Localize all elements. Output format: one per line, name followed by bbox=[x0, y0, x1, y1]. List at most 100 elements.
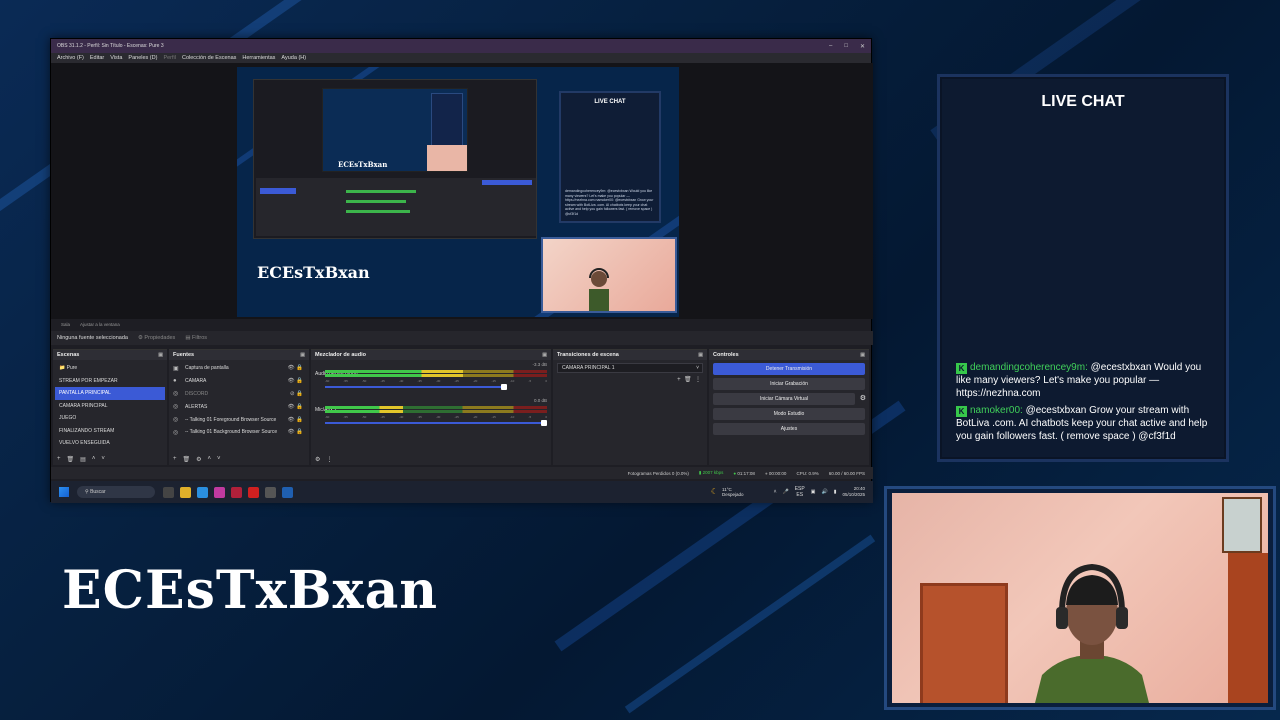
menu-herramientas[interactable]: Herramientas bbox=[242, 55, 275, 61]
file-explorer-icon[interactable] bbox=[180, 486, 191, 498]
edge-browser-icon[interactable] bbox=[197, 486, 208, 498]
scene-item[interactable]: 📁 Pure bbox=[55, 362, 165, 375]
subbar-fit[interactable]: Ajustar a la ventana bbox=[80, 322, 120, 327]
eye-lock-icon[interactable]: 👁 🔒 bbox=[288, 378, 303, 384]
source-item[interactable]: ● CAMARA 👁 🔒 bbox=[171, 375, 307, 388]
audio-meter-fill bbox=[325, 406, 403, 409]
mic-icon[interactable]: 🎤 bbox=[782, 489, 788, 495]
meter-scale: -60 -55 -50 -45 -40 -35 -30 -25 -20 -15 -10 -5 0 bbox=[325, 379, 547, 384]
dock-undock-icon[interactable]: ▣ bbox=[158, 352, 163, 358]
word-icon[interactable] bbox=[282, 486, 293, 498]
scene-item[interactable]: STREAM POR EMPEZAR bbox=[55, 375, 165, 388]
source-item[interactable]: ◎ DISCORD ⊘ 🔒 bbox=[171, 388, 307, 401]
menu-archivo[interactable]: Archivo (F) bbox=[57, 55, 84, 61]
scene-item[interactable]: FINALIZANDO STREAM bbox=[55, 425, 165, 438]
more-icon[interactable]: ⋮ bbox=[326, 456, 332, 463]
subbar-sala[interactable]: Sala bbox=[61, 322, 70, 327]
windows-start-icon[interactable] bbox=[59, 487, 69, 497]
eye-lock-icon[interactable]: 👁 🔒 bbox=[288, 404, 303, 410]
menu-ayuda[interactable]: Ayuda (H) bbox=[281, 55, 306, 61]
minimize-icon[interactable]: – bbox=[829, 43, 832, 50]
volume-knob[interactable] bbox=[541, 420, 547, 426]
trash-icon[interactable]: 🗑 bbox=[684, 377, 692, 383]
rec-time: ● 00:00:00 bbox=[765, 471, 787, 476]
eye-lock-icon[interactable]: 👁 🔒 bbox=[288, 417, 303, 423]
source-item[interactable]: ◎ -- Talking 01 Foreground Browser Source… bbox=[171, 413, 307, 426]
network-icon[interactable]: ▣ bbox=[811, 489, 816, 495]
meter-tick-label: -20 bbox=[473, 415, 478, 419]
studio-mode-button[interactable]: Modo Estudio bbox=[713, 408, 865, 420]
audio-meter bbox=[325, 374, 547, 377]
language-indicator[interactable]: ESP ES bbox=[795, 486, 805, 498]
obs-preview[interactable]: ECEsTxBxan LIVE CHAT demandingcoherencey… bbox=[237, 67, 679, 317]
meter-tick-label: -5 bbox=[528, 415, 532, 419]
monitor-icon: ▣ bbox=[173, 365, 179, 372]
properties-label: Propiedades bbox=[144, 335, 176, 341]
chevron-up-icon[interactable]: ˄ bbox=[774, 489, 777, 495]
obs-app-icon[interactable] bbox=[265, 486, 276, 498]
battery-icon[interactable]: ▮ bbox=[834, 489, 837, 495]
taskbar-clock[interactable]: 20:40 05/10/2025 bbox=[842, 486, 865, 498]
dock-undock-icon[interactable]: ▣ bbox=[860, 352, 865, 358]
gear-icon[interactable]: ⚙ bbox=[860, 393, 866, 405]
obs-statusbar: Fotogramas Perdidos 0 (0.0%) ▮ 2007 kbps… bbox=[51, 467, 873, 479]
stop-stream-button[interactable]: Detener Transmisión bbox=[713, 363, 865, 375]
source-item[interactable]: ◎ ALERTAS 👁 🔒 bbox=[171, 400, 307, 413]
menu-editar[interactable]: Editar bbox=[90, 55, 104, 61]
meter-tick-label: -10 bbox=[510, 415, 515, 419]
eye-hidden-lock-icon[interactable]: ⊘ 🔒 bbox=[290, 391, 303, 397]
maximize-icon[interactable]: □ bbox=[844, 43, 848, 50]
store-icon[interactable] bbox=[214, 486, 225, 498]
opera-icon[interactable] bbox=[231, 486, 242, 498]
start-virtual-camera-button[interactable]: Iniciar Cámara Virtual ⚙ bbox=[713, 393, 866, 405]
source-item[interactable]: ◎ -- Talking 01 Background Browser Source… bbox=[171, 426, 307, 439]
volume-slider[interactable] bbox=[325, 384, 507, 390]
meter-tick-label: -25 bbox=[454, 415, 459, 419]
dock-undock-icon[interactable]: ▣ bbox=[542, 352, 547, 358]
volume-icon[interactable]: 🔊 bbox=[821, 489, 827, 495]
menu-paneles[interactable]: Paneles (D) bbox=[128, 55, 157, 61]
volume-knob[interactable] bbox=[501, 384, 507, 390]
globe-icon: ◎ bbox=[173, 391, 179, 398]
transitions-title: Transiciones de escena bbox=[557, 352, 619, 358]
menu-perfil[interactable]: Perfil bbox=[163, 55, 176, 61]
add-icon[interactable]: + bbox=[677, 377, 681, 383]
close-icon[interactable]: ✕ bbox=[860, 43, 865, 50]
meter-tick-label: -60 bbox=[325, 415, 330, 419]
add-icon[interactable]: + bbox=[173, 456, 177, 463]
filter-icon[interactable]: ▤ bbox=[80, 456, 86, 463]
settings-button[interactable]: Ajustes bbox=[713, 423, 865, 435]
properties-button[interactable]: ⚙ Propiedades bbox=[138, 335, 175, 341]
start-recording-button[interactable]: Iniciar Grabación bbox=[713, 378, 865, 390]
gear-icon[interactable]: ⚙ bbox=[315, 456, 320, 463]
webcam-feed bbox=[892, 493, 1268, 703]
dock-undock-icon[interactable]: ▣ bbox=[698, 352, 703, 358]
more-icon[interactable]: ⋮ bbox=[695, 377, 701, 383]
acrobat-icon[interactable] bbox=[248, 486, 259, 498]
cpu-usage: CPU: 0.9% bbox=[796, 470, 819, 476]
taskbar-weather[interactable]: ☾ 11°C Despejado bbox=[711, 487, 744, 498]
arrow-down-icon[interactable]: ˅ bbox=[217, 456, 221, 463]
source-item[interactable]: ▣ Captura de pantalla 👁 🔒 bbox=[171, 362, 307, 375]
add-icon[interactable]: + bbox=[57, 456, 61, 463]
eye-lock-icon[interactable]: 👁 🔒 bbox=[288, 429, 303, 435]
volume-slider[interactable] bbox=[325, 420, 547, 426]
filters-button[interactable]: ▤ Filtros bbox=[185, 335, 207, 341]
arrow-down-icon[interactable]: ˅ bbox=[101, 456, 105, 463]
task-view-icon[interactable] bbox=[163, 486, 174, 498]
menu-coleccion[interactable]: Colección de Escenas bbox=[182, 55, 236, 61]
taskbar-search[interactable]: ⚲ Buscar bbox=[77, 486, 155, 498]
arrow-up-icon[interactable]: ˄ bbox=[92, 456, 96, 463]
eye-lock-icon[interactable]: 👁 🔒 bbox=[288, 365, 303, 371]
scene-item[interactable]: JUEGO bbox=[55, 412, 165, 425]
trash-icon[interactable]: 🗑 bbox=[183, 456, 191, 463]
scene-item-selected[interactable]: PANTALLA PRINCIPAL bbox=[55, 387, 165, 400]
arrow-up-icon[interactable]: ˄ bbox=[208, 456, 212, 463]
dock-undock-icon[interactable]: ▣ bbox=[300, 352, 305, 358]
transition-select[interactable]: CAMARA PRINCIPAL 1 ˅ bbox=[557, 363, 703, 373]
scene-item[interactable]: VUELVO ENSEGUIDA bbox=[55, 437, 165, 450]
gear-icon[interactable]: ⚙ bbox=[196, 456, 201, 463]
scene-item[interactable]: CAMARA PRINCIPAL bbox=[55, 400, 165, 413]
menu-vista[interactable]: Vista bbox=[110, 55, 122, 61]
trash-icon[interactable]: 🗑 bbox=[67, 456, 75, 463]
